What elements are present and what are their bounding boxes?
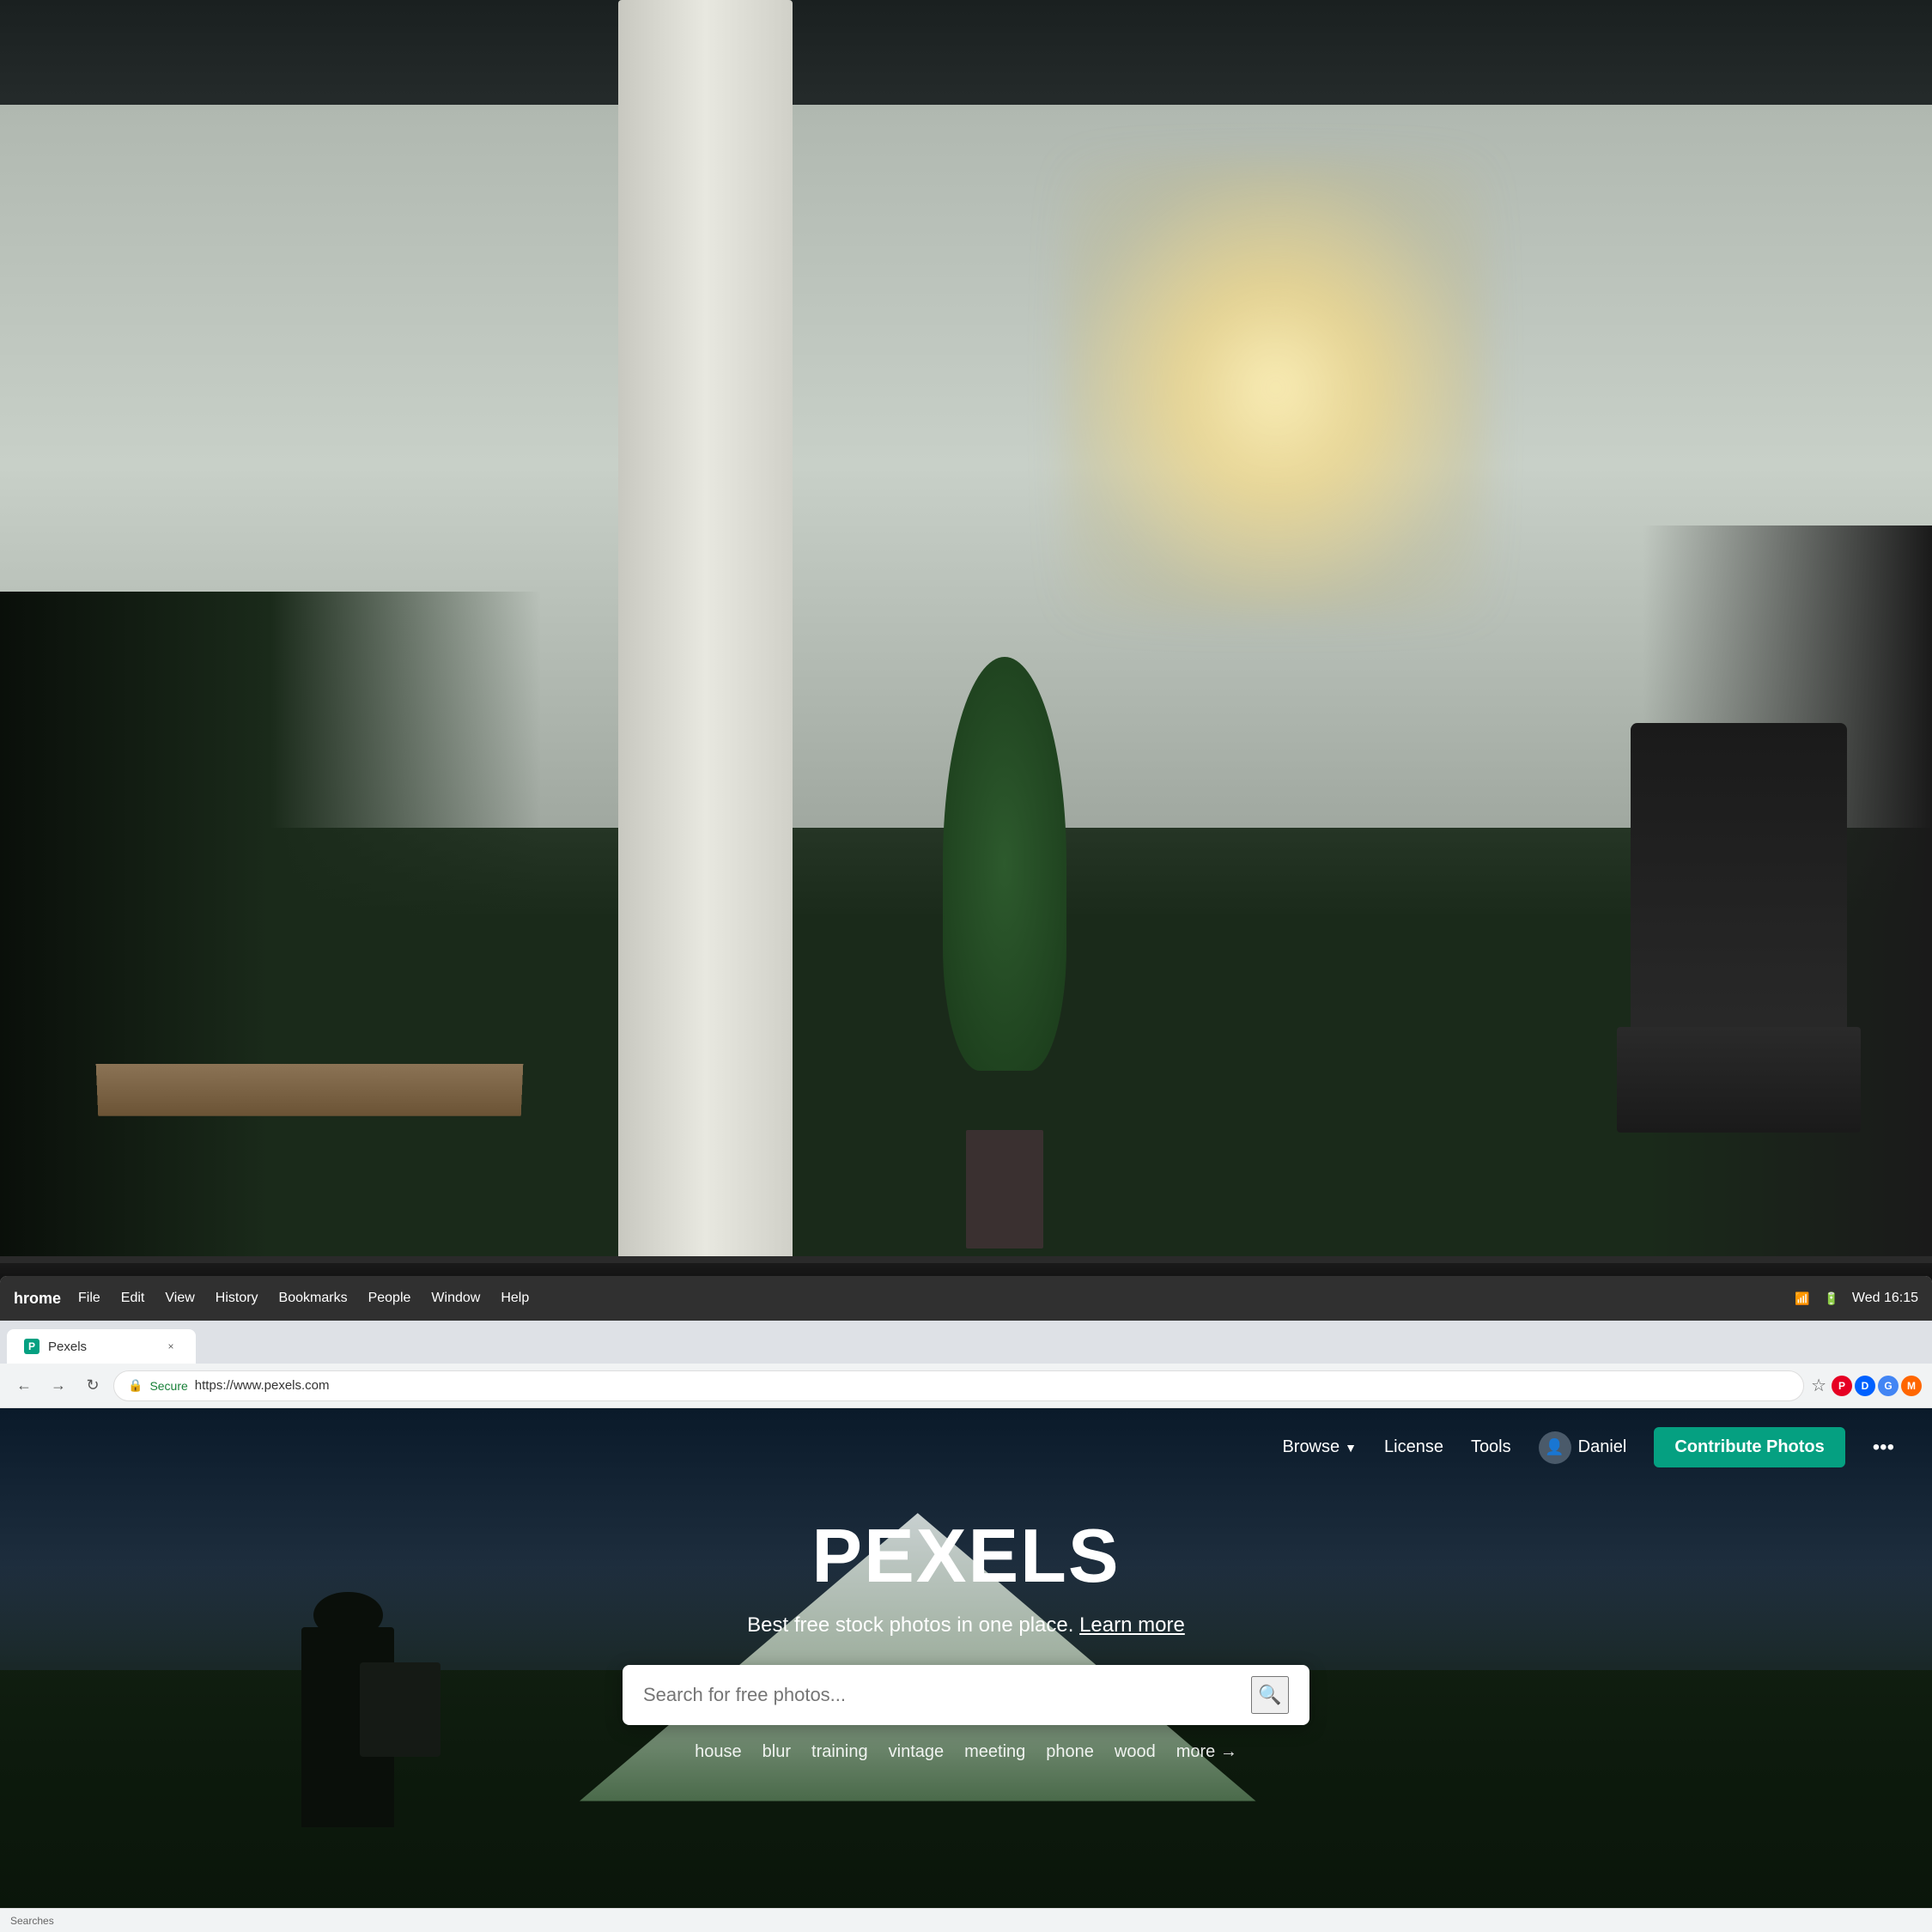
status-bar: Searches	[0, 1908, 1932, 1932]
reload-button[interactable]: ↻	[79, 1372, 106, 1400]
tag-wood[interactable]: wood	[1115, 1742, 1156, 1762]
tab-label: Pexels	[48, 1340, 87, 1354]
tab-favicon: P	[24, 1339, 39, 1354]
tab-bar: P Pexels ×	[0, 1321, 1932, 1364]
browse-label: Browse	[1282, 1437, 1340, 1457]
battery-icon: 🔋	[1823, 1290, 1840, 1307]
plant	[927, 657, 1082, 1249]
office-environment	[0, 0, 1932, 1314]
user-name[interactable]: Daniel	[1578, 1437, 1627, 1457]
tag-phone[interactable]: phone	[1046, 1742, 1094, 1762]
tag-training[interactable]: training	[811, 1742, 868, 1762]
menu-history[interactable]: History	[216, 1291, 258, 1306]
ext-pinterest[interactable]: P	[1832, 1376, 1852, 1396]
chair-seat	[1617, 1027, 1861, 1132]
back-button[interactable]: ←	[10, 1372, 38, 1400]
user-avatar: 👤	[1539, 1431, 1571, 1464]
browse-chevron-icon: ▼	[1345, 1441, 1357, 1455]
search-bar: 🔍	[623, 1665, 1309, 1725]
address-bar-actions: ☆ P D G M	[1811, 1375, 1922, 1396]
tag-house[interactable]: house	[695, 1742, 742, 1762]
menu-window[interactable]: Window	[431, 1291, 480, 1306]
bookmark-icon[interactable]: ☆	[1811, 1375, 1826, 1396]
browse-button[interactable]: Browse ▼	[1282, 1437, 1357, 1457]
address-bar: ← → ↻ 🔒 Secure https://www.pexels.com ☆ …	[0, 1364, 1932, 1408]
extension-icons: P D G M	[1832, 1376, 1922, 1396]
menubar-items: File Edit View History Bookmarks People …	[78, 1291, 529, 1306]
search-container: 🔍	[623, 1665, 1309, 1725]
chair-back	[1631, 723, 1847, 1065]
user-area: 👤 Daniel	[1539, 1431, 1627, 1464]
app-name: hrome	[14, 1290, 61, 1308]
learn-more-link[interactable]: Learn more	[1079, 1613, 1185, 1637]
tag-meeting[interactable]: meeting	[964, 1742, 1025, 1762]
tools-button[interactable]: Tools	[1471, 1437, 1511, 1457]
tools-label: Tools	[1471, 1437, 1511, 1456]
menu-people[interactable]: People	[368, 1291, 411, 1306]
search-button[interactable]: 🔍	[1251, 1676, 1289, 1714]
license-label: License	[1384, 1437, 1443, 1456]
ext-dropbox[interactable]: D	[1855, 1376, 1875, 1396]
license-button[interactable]: License	[1384, 1437, 1443, 1457]
dark-shadow-left	[0, 592, 541, 1315]
clock: Wed 16:15	[1852, 1291, 1918, 1306]
url-text: https://www.pexels.com	[195, 1378, 330, 1393]
menu-bookmarks[interactable]: Bookmarks	[279, 1291, 348, 1306]
tab-close-button[interactable]: ×	[163, 1339, 179, 1354]
pexels-website: Browse ▼ License Tools 👤 Daniel	[0, 1408, 1932, 1932]
chair	[1604, 723, 1874, 1249]
forward-button[interactable]: →	[45, 1372, 72, 1400]
hero-content: PEXELS Best free stock photos in one pla…	[0, 1486, 1932, 1762]
menu-help[interactable]: Help	[501, 1291, 529, 1306]
pillar	[618, 0, 793, 1314]
pexels-title: PEXELS	[811, 1512, 1120, 1600]
more-tags-link[interactable]: more →	[1176, 1742, 1237, 1762]
ext-misc1[interactable]: M	[1901, 1376, 1922, 1396]
more-icon: •••	[1873, 1436, 1894, 1459]
pexels-subtitle: Best free stock photos in one place. Lea…	[747, 1613, 1185, 1637]
status-text: Searches	[10, 1915, 54, 1927]
secure-label: Secure	[149, 1379, 187, 1393]
os-menubar: hrome File Edit View History Bookmarks P…	[0, 1276, 1932, 1321]
pexels-nav: Browse ▼ License Tools 👤 Daniel	[0, 1408, 1932, 1486]
table	[95, 1064, 523, 1116]
window-glow	[1063, 158, 1488, 618]
more-options-button[interactable]: •••	[1873, 1436, 1894, 1460]
browser-window: hrome File Edit View History Bookmarks P…	[0, 1276, 1932, 1932]
plant-leaves	[943, 657, 1066, 1071]
tag-blur[interactable]: blur	[762, 1742, 791, 1762]
monitor-area: hrome File Edit View History Bookmarks P…	[0, 1256, 1932, 1932]
contribute-photos-button[interactable]: Contribute Photos	[1654, 1427, 1844, 1467]
ext-google[interactable]: G	[1878, 1376, 1899, 1396]
menu-file[interactable]: File	[78, 1291, 100, 1306]
tag-vintage[interactable]: vintage	[889, 1742, 945, 1762]
wifi-icon: 📶	[1794, 1290, 1811, 1307]
secure-icon: 🔒	[128, 1378, 143, 1393]
search-input[interactable]	[643, 1684, 1241, 1706]
menu-edit[interactable]: Edit	[121, 1291, 145, 1306]
plant-pot	[966, 1130, 1043, 1249]
quick-tags: house blur training vintage meeting phon…	[695, 1742, 1237, 1762]
subtitle-text: Best free stock photos in one place.	[747, 1613, 1073, 1637]
menubar-right: 📶 🔋 Wed 16:15	[1794, 1290, 1918, 1307]
menu-view[interactable]: View	[165, 1291, 194, 1306]
browser-tab-pexels[interactable]: P Pexels ×	[7, 1329, 196, 1364]
contribute-label: Contribute Photos	[1674, 1437, 1824, 1456]
search-icon: 🔍	[1258, 1684, 1281, 1706]
url-bar[interactable]: 🔒 Secure https://www.pexels.com	[113, 1370, 1804, 1401]
